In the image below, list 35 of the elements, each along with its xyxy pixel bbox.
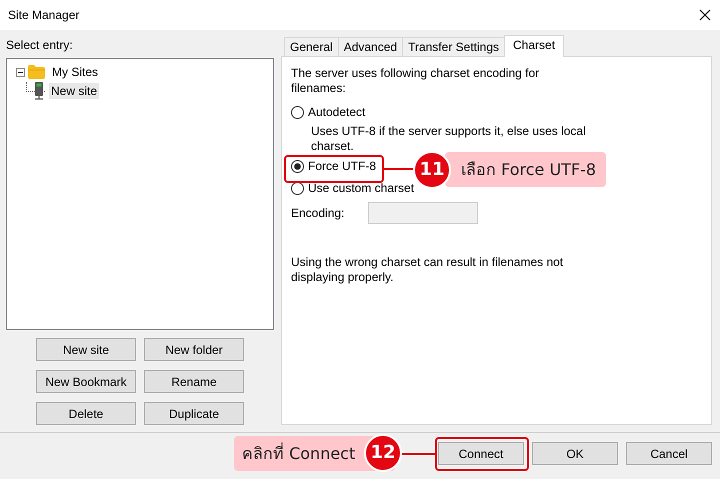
tab[interactable]: General	[284, 37, 339, 56]
tree-action-button[interactable]: Rename	[144, 370, 244, 393]
tree-action-button[interactable]: Duplicate	[144, 402, 244, 425]
collapse-icon[interactable]	[16, 68, 25, 77]
radio-button[interactable]	[291, 160, 304, 172]
radio-label[interactable]: Use custom charset	[308, 181, 414, 195]
tree-action-button[interactable]: Delete	[36, 402, 136, 425]
leader-line	[400, 453, 436, 455]
dialog-button[interactable]: Connect	[438, 442, 524, 465]
tab[interactable]: Charset	[504, 35, 564, 57]
dialog-button[interactable]: OK	[532, 442, 618, 465]
callout-label: เลือก Force UTF-8	[445, 152, 606, 187]
radio-button[interactable]	[291, 106, 304, 118]
radio-label[interactable]: Force UTF-8	[308, 159, 376, 173]
tab[interactable]: Transfer Settings	[402, 37, 506, 56]
option-description: Uses UTF-8 if the server supports it, else uses local charset.	[311, 124, 587, 154]
dialog-button[interactable]: Cancel	[626, 442, 712, 465]
server-icon	[34, 82, 44, 100]
radio-label[interactable]: Autodetect	[308, 105, 366, 119]
description-text: The server uses following charset encoding for filenames:	[291, 66, 540, 96]
folder-icon	[28, 65, 45, 80]
tree-action-button[interactable]: New Bookmark	[36, 370, 136, 393]
leader-line	[382, 168, 416, 170]
step-number: 12	[364, 434, 402, 472]
warning-text: Using the wrong charset can result in filenames not displaying properly.	[291, 255, 564, 285]
window-title: Site Manager	[8, 8, 80, 22]
tree-item[interactable]: New site	[49, 83, 100, 100]
encoding-label: Encoding:	[291, 206, 346, 220]
tree-action-button[interactable]: New folder	[144, 338, 244, 361]
tree-item[interactable]: My Sites	[50, 64, 100, 80]
close-icon[interactable]	[699, 9, 711, 21]
site-tree[interactable]: My Sites New site	[6, 58, 274, 330]
entry-label: Select entry:	[6, 38, 74, 54]
tree-action-button[interactable]: New site	[36, 338, 136, 361]
radio-button[interactable]	[291, 182, 304, 194]
